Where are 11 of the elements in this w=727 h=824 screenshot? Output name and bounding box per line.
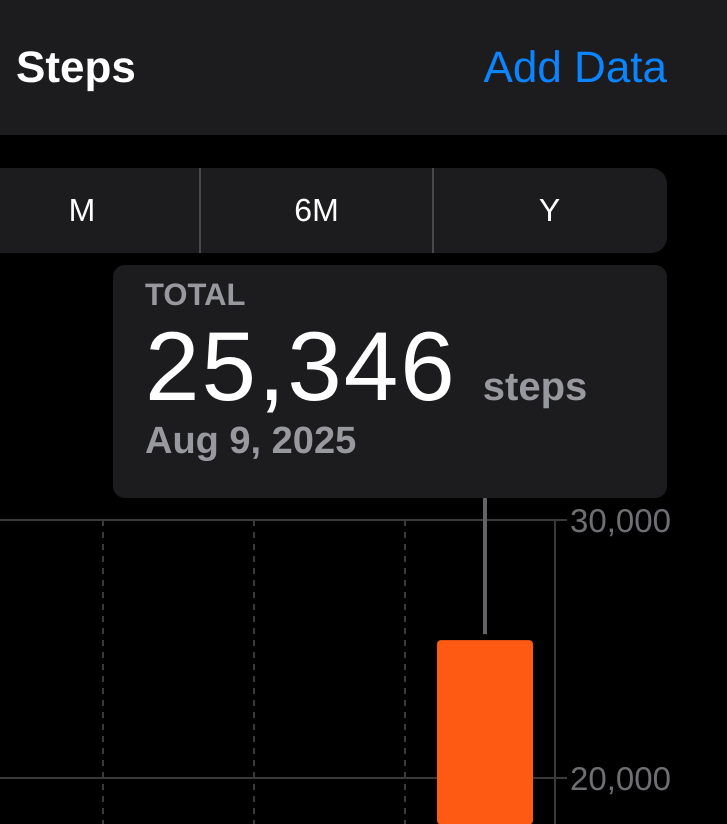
axis-label: 20,000 (570, 760, 671, 797)
add-data-link[interactable]: Add Data (484, 42, 667, 92)
range-tab[interactable]: M (0, 168, 199, 253)
axis-label: 30,000 (570, 502, 671, 539)
total-label: TOTAL (145, 277, 246, 313)
total-value: 25,346 (145, 315, 457, 418)
range-tab[interactable]: Y (432, 168, 665, 253)
range-tab[interactable]: 6M (199, 168, 432, 253)
page-title: Steps (16, 42, 136, 92)
unit-label: steps (482, 365, 588, 410)
date-label: Aug 9, 2025 (145, 420, 358, 463)
